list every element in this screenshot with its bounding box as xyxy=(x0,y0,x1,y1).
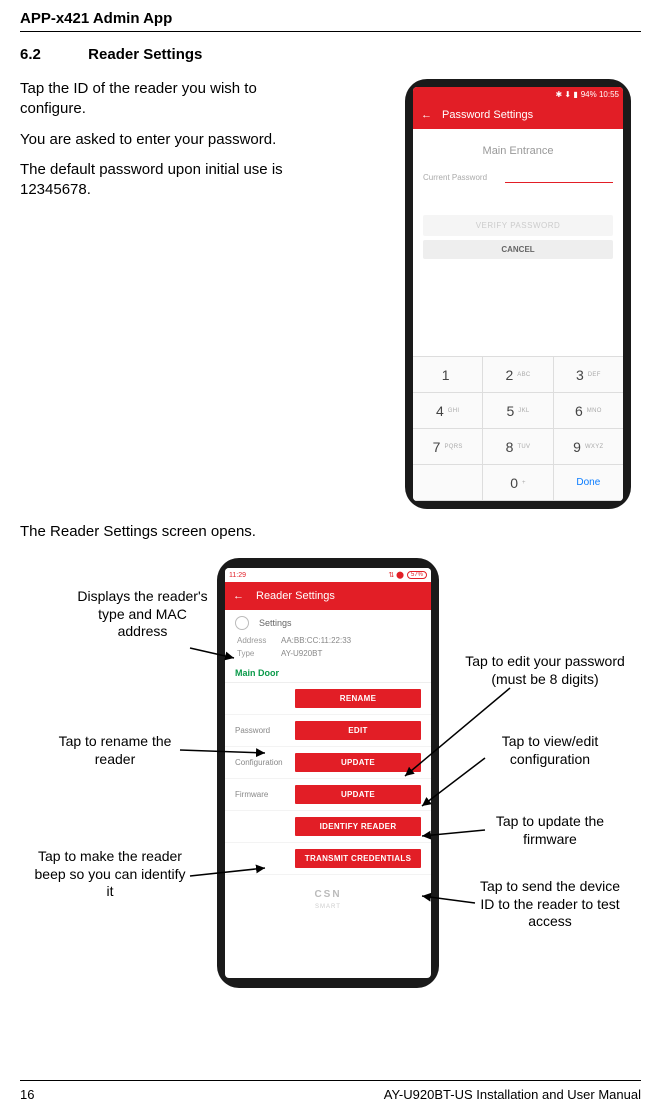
brand-sub: SMART xyxy=(225,904,431,910)
transmit-button[interactable]: TRANSMIT CREDENTIALS xyxy=(295,849,421,868)
password-label: Current Password xyxy=(423,173,487,182)
callout-config: Tap to view/edit configuration xyxy=(485,733,615,768)
key-2[interactable]: 2ABC xyxy=(483,357,553,393)
password-row-label: Password xyxy=(235,726,295,735)
phone-mockup-1: ✱ ⬇ ▮ 94% 10:55 ← Password Settings Main… xyxy=(405,79,631,509)
wifi-icon: ⇅ ⬤ xyxy=(388,571,404,579)
update-firmware-button[interactable]: UPDATE xyxy=(295,785,421,804)
page-header: APP-x421 Admin App xyxy=(20,10,641,32)
key-9[interactable]: 9WXYZ xyxy=(554,429,623,465)
section-heading: 6.2 Reader Settings xyxy=(20,46,641,63)
cancel-button[interactable]: CANCEL xyxy=(423,240,613,259)
para-3: The default password upon initial use is… xyxy=(20,160,315,201)
keypad: 1 2ABC 3DEF 4GHI 5JKL 6MNO 7PQRS 8TUV 9W… xyxy=(413,356,623,501)
subtitle: Main Entrance xyxy=(413,129,623,167)
doc-title: AY-U920BT-US Installation and User Manua… xyxy=(384,1087,641,1102)
back-icon[interactable]: ← xyxy=(421,109,432,121)
phone-mockup-2: 11:29 ⇅ ⬤ 57% ← Reader Settings Settings… xyxy=(217,558,439,988)
edit-button[interactable]: EDIT xyxy=(295,721,421,740)
key-6[interactable]: 6MNO xyxy=(554,393,623,429)
callout-address: Displays the reader's type and MAC addre… xyxy=(75,588,210,641)
callout-firmware: Tap to update the firmware xyxy=(485,813,615,848)
type-label: Type xyxy=(237,649,281,658)
key-5[interactable]: 5JKL xyxy=(483,393,553,429)
key-1[interactable]: 1 xyxy=(413,357,483,393)
status-icons: ✱ ⬇ ▮ xyxy=(555,90,577,99)
door-name: Main Door xyxy=(225,660,431,683)
key-8[interactable]: 8TUV xyxy=(483,429,553,465)
app-bar-title: Password Settings xyxy=(442,109,533,121)
app-bar-2: ← Reader Settings xyxy=(225,582,431,610)
page-number: 16 xyxy=(20,1087,34,1102)
callout-rename: Tap to rename the reader xyxy=(50,733,180,768)
callout-identify: Tap to make the reader beep so you can i… xyxy=(30,848,190,901)
key-7[interactable]: 7PQRS xyxy=(413,429,483,465)
app-bar-title-2: Reader Settings xyxy=(256,590,335,602)
callout-password: Tap to edit your password(must be 8 digi… xyxy=(445,653,645,688)
callout-transmit: Tap to send the device ID to the reader … xyxy=(475,878,625,931)
firmware-row-label: Firmware xyxy=(235,790,295,799)
status-bar-2: 11:29 ⇅ ⬤ 57% xyxy=(225,568,431,582)
rename-button[interactable]: RENAME xyxy=(295,689,421,708)
brand-logo: CSN xyxy=(225,875,431,904)
para-4: The Reader Settings screen opens. xyxy=(20,523,641,540)
gear-icon xyxy=(235,616,249,630)
status-time-2: 11:29 xyxy=(229,572,246,579)
status-bar: ✱ ⬇ ▮ 94% 10:55 xyxy=(413,87,623,101)
config-row-label: Configuration xyxy=(235,758,295,767)
app-bar: ← Password Settings xyxy=(413,101,623,129)
status-time: 94% 10:55 xyxy=(581,90,619,99)
key-4[interactable]: 4GHI xyxy=(413,393,483,429)
settings-label: Settings xyxy=(259,618,292,628)
page-footer: 16 AY-U920BT-US Installation and User Ma… xyxy=(20,1080,641,1102)
section-number: 6.2 xyxy=(20,46,84,63)
verify-button[interactable]: VERIFY PASSWORD xyxy=(423,215,613,236)
update-config-button[interactable]: UPDATE xyxy=(295,753,421,772)
para-1: Tap the ID of the reader you wish to con… xyxy=(20,79,315,120)
key-blank xyxy=(413,465,483,501)
diagram: 11:29 ⇅ ⬤ 57% ← Reader Settings Settings… xyxy=(20,558,641,1018)
section-title: Reader Settings xyxy=(88,46,202,63)
back-icon[interactable]: ← xyxy=(233,590,244,602)
key-0[interactable]: 0+ xyxy=(483,465,553,501)
identify-button[interactable]: IDENTIFY READER xyxy=(295,817,421,836)
battery-pill: 57% xyxy=(407,571,427,579)
type-value: AY-U920BT xyxy=(281,649,322,658)
password-input[interactable] xyxy=(505,171,613,183)
key-done[interactable]: Done xyxy=(554,465,623,501)
para-2: You are asked to enter your password. xyxy=(20,130,315,150)
address-label: Address xyxy=(237,636,281,645)
address-value: AA:BB:CC:11:22:33 xyxy=(281,636,351,645)
key-3[interactable]: 3DEF xyxy=(554,357,623,393)
